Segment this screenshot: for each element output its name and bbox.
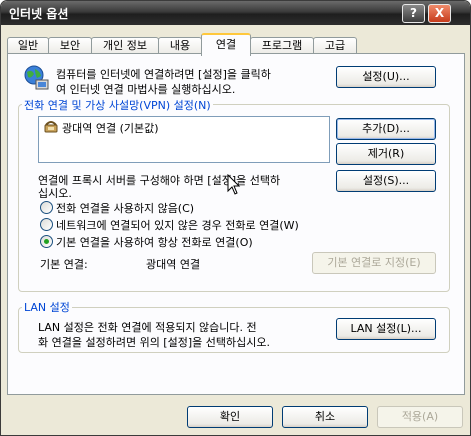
apply-button[interactable]: 적용(A) [377, 406, 463, 428]
tab-connections[interactable]: 연결 [201, 33, 251, 56]
tab-advanced[interactable]: 고급 [313, 37, 357, 54]
radio-never-dial-label[interactable]: 전화 연결을 사용하지 않음(C) [56, 200, 194, 216]
setup-description-line2: 여 인터넷 연결 마법사를 실행하십시오. [56, 83, 236, 96]
lan-description-line1: LAN 설정은 전화 연결에 적용되지 않습니다. 전 [38, 321, 257, 334]
tab-privacy[interactable]: 개인 정보 [91, 37, 159, 54]
radio-dial-when-no-network-label[interactable]: 네트워크에 연결되어 있지 않은 경우 전화로 연결(W) [56, 217, 299, 233]
globe-computer-icon [24, 65, 49, 90]
phone-connection-icon [44, 121, 58, 133]
add-button[interactable]: 추가(D)... [336, 118, 436, 140]
lan-settings-legend: LAN 설정 [22, 299, 72, 315]
dialup-settings-button[interactable]: 설정(S)... [336, 170, 436, 192]
default-connection-value: 광대역 연결 [146, 258, 201, 271]
tab-general[interactable]: 일반 [7, 37, 49, 54]
radio-always-dial[interactable] [40, 235, 53, 248]
window-title: 인터넷 옵션 [9, 7, 69, 21]
setup-button[interactable]: 설정(U)... [336, 66, 436, 88]
radio-always-dial-label[interactable]: 기본 연결을 사용하여 항상 전화로 연결(O) [56, 234, 253, 250]
tab-content[interactable]: 내용 [158, 37, 202, 54]
list-item-broadband[interactable]: 광대역 연결 (기본값) [62, 120, 159, 136]
mouse-cursor-icon [227, 174, 241, 195]
radio-dial-when-no-network[interactable] [40, 218, 53, 231]
lan-settings-button[interactable]: LAN 설정(L)... [336, 318, 436, 340]
help-button[interactable]: ? [402, 4, 425, 23]
tab-security[interactable]: 보안 [48, 37, 92, 54]
dialup-vpn-legend: 전화 연결 및 가상 사설망(VPN) 설정(N) [22, 97, 213, 113]
tab-programs[interactable]: 프로그램 [250, 37, 314, 54]
lan-description-line2: 화 연결을 설정하려면 위의 [설정]을 선택하십시오. [38, 336, 270, 349]
radio-never-dial[interactable] [40, 201, 53, 214]
proxy-description-line1: 연결에 프록시 서버를 구성해야 하면 [설정]을 선택하 [38, 174, 281, 187]
title-bar[interactable]: 인터넷 옵션 ? X [1, 1, 470, 25]
close-button[interactable]: X [428, 4, 451, 23]
cancel-button[interactable]: 취소 [282, 406, 368, 428]
set-default-button[interactable]: 기본 연결로 지정(E) [312, 252, 436, 274]
connection-list[interactable]: 광대역 연결 (기본값) [38, 116, 330, 163]
connections-panel: 컴퓨터를 인터넷에 연결하려면 [설정]을 클릭하 여 인터넷 연결 마법사를 … [7, 53, 465, 395]
default-connection-label: 기본 연결: [40, 258, 88, 271]
remove-button[interactable]: 제거(R) [336, 143, 436, 165]
setup-description-line1: 컴퓨터를 인터넷에 연결하려면 [설정]을 클릭하 [56, 68, 271, 81]
internet-options-window: 인터넷 옵션 ? X 일반 보안 개인 정보 내용 연결 프로그램 고급 컴퓨터… [0, 0, 471, 436]
ok-button[interactable]: 확인 [187, 406, 273, 428]
proxy-description-line2: 십시오. [38, 187, 72, 200]
